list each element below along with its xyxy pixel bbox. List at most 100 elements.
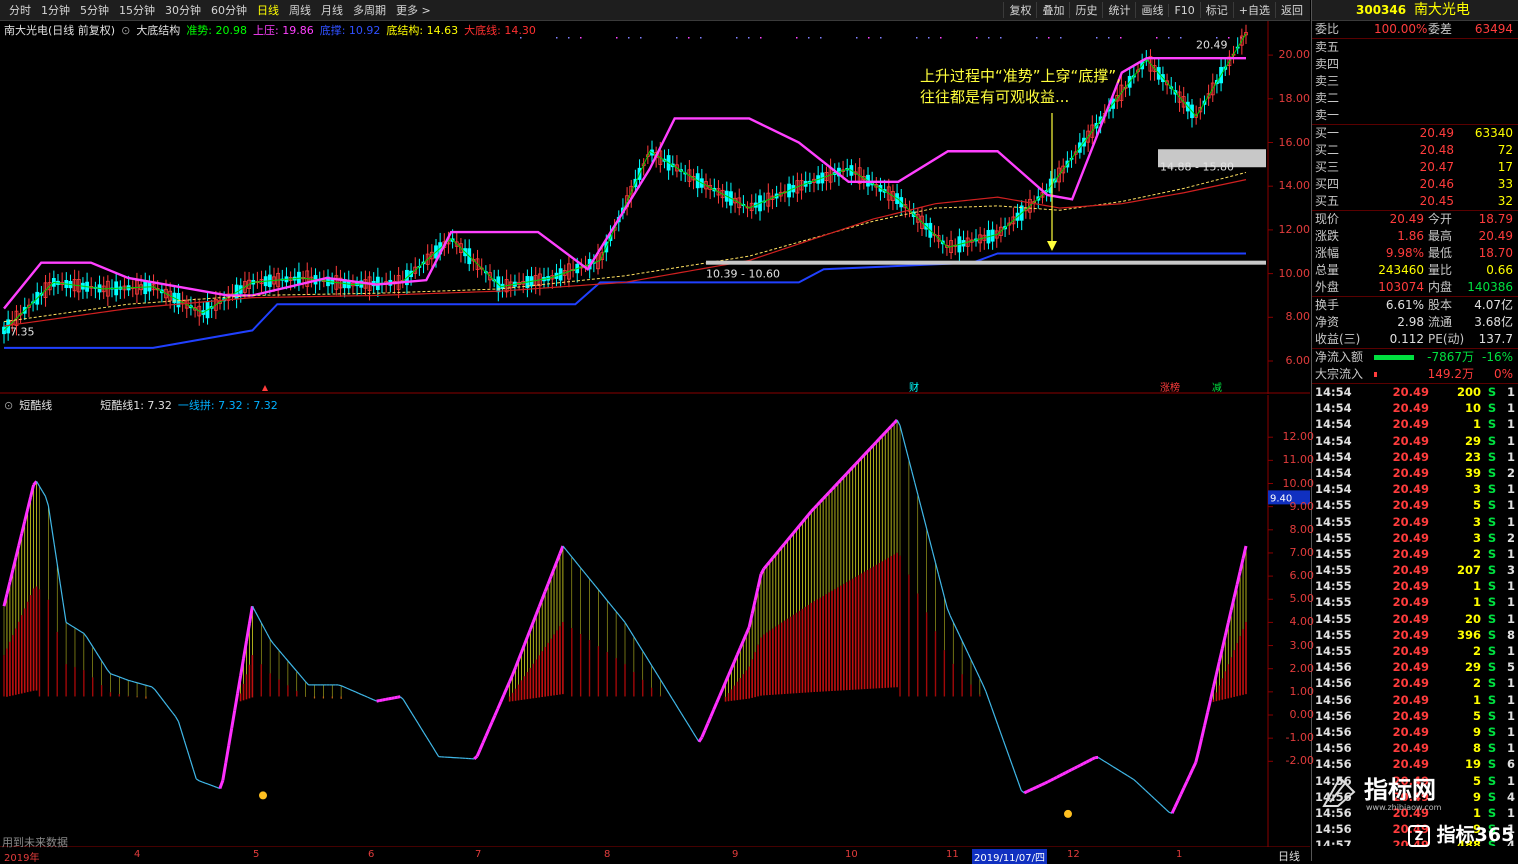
indicator-line-seg (149, 686, 152, 687)
indicator-line-seg (1231, 597, 1234, 610)
timeframe-tab-7[interactable]: 周线 (284, 2, 316, 18)
collapse-icon[interactable]: ⊙ (121, 24, 130, 37)
indicator-line-seg (347, 688, 350, 689)
event-tag-1[interactable]: 涨榜 (1160, 381, 1180, 394)
indicator-line-seg (770, 558, 773, 562)
signal-dot (940, 37, 942, 39)
indicator-legend-name[interactable]: 短酷线 (19, 397, 52, 413)
candle (252, 274, 255, 294)
candle (721, 184, 724, 207)
toolbar-button-0[interactable]: 复权 (1003, 2, 1036, 18)
event-tag-0[interactable]: 财 (909, 381, 919, 394)
indicator-line-seg (16, 546, 19, 558)
indicator-line-seg (1134, 779, 1137, 782)
toolbar-button-7[interactable]: +自选 (1233, 2, 1275, 18)
toolbar-button-1[interactable]: 叠加 (1036, 2, 1069, 18)
candle (709, 178, 712, 199)
timeframe-tab-10[interactable]: 更多 > (391, 2, 436, 18)
indicator-name[interactable]: 大底结构 (136, 22, 180, 38)
indicator-line-seg (870, 445, 873, 448)
future-data-note: 用到未来数据 (2, 834, 68, 850)
indicator-line-seg (264, 628, 267, 634)
candle (680, 163, 683, 181)
indicator-line-seg (102, 661, 105, 666)
toolbar-button-4[interactable]: 画线 (1135, 2, 1168, 18)
annotation-line-1: 上升过程中“准势”上穿“底撑”, (920, 66, 1121, 87)
indicator-line-seg (10, 570, 13, 582)
indicator-line-seg (1181, 788, 1184, 794)
candle (36, 283, 39, 311)
indicator-line-seg (817, 502, 820, 505)
candle (538, 268, 541, 296)
indicator-line-seg (1012, 766, 1015, 774)
indicator-line-seg (992, 708, 995, 716)
indicator-line-seg (539, 599, 542, 607)
tick-row: 14:5620.499S1 (1312, 724, 1518, 740)
signal-dot (580, 37, 582, 39)
candle (759, 189, 762, 220)
indicator-line-seg (711, 710, 714, 717)
toolbar-button-3[interactable]: 统计 (1102, 2, 1135, 18)
indicator-line-seg (607, 601, 610, 605)
candle (597, 244, 600, 275)
candle (700, 169, 703, 193)
timeframe-tab-5[interactable]: 60分钟 (206, 2, 252, 18)
indicator-line-seg (613, 608, 616, 612)
indicator-line-seg (1027, 790, 1030, 791)
indicator-line-seg (498, 702, 501, 709)
timeframe-tab-6[interactable]: 日线 (252, 2, 284, 18)
indicator-line-seg (785, 540, 788, 544)
timeframe-tab-9[interactable]: 多周期 (348, 2, 391, 18)
timeframe-tab-0[interactable]: 分时 (4, 2, 36, 18)
indicator-line-seg (758, 574, 761, 587)
toolbar-button-2[interactable]: 历史 (1069, 2, 1102, 18)
indicator-line-seg (1202, 725, 1205, 738)
toolbar-button-6[interactable]: 标记 (1200, 2, 1233, 18)
timeframe-tab-3[interactable]: 15分钟 (114, 2, 160, 18)
collapse-icon[interactable]: ⊙ (4, 399, 13, 412)
indicator-line-seg (1225, 623, 1228, 636)
toolbar-button-8[interactable]: 返回 (1275, 2, 1308, 18)
timeframe-tab-1[interactable]: 1分钟 (36, 2, 75, 18)
timeframe-tab-8[interactable]: 月线 (316, 2, 348, 18)
timeframe-tab-4[interactable]: 30分钟 (160, 2, 206, 18)
indicator-line-seg (294, 668, 297, 671)
annotation-line-2: 往往都是有可观收益... (920, 87, 1121, 108)
candle (414, 257, 417, 279)
candle (975, 229, 978, 246)
candle (817, 166, 820, 190)
event-tag-2[interactable]: 减 (1212, 382, 1222, 394)
indicator-chart[interactable]: 9.40 (0, 395, 1310, 847)
toolbar-button-5[interactable]: F10 (1168, 4, 1199, 17)
indicator-line-seg (1184, 782, 1187, 788)
timeframe-tab-2[interactable]: 5分钟 (75, 2, 114, 18)
indicator-line-seg (424, 733, 427, 738)
candle (297, 263, 300, 291)
price-axis-label: 12.00 (1270, 223, 1310, 236)
indicator-line-seg (681, 713, 684, 718)
indicator-line-seg (400, 697, 403, 700)
indicator-line-seg (380, 700, 383, 701)
signal-dot (796, 37, 798, 39)
indicator-line-seg (584, 571, 587, 575)
main-legend: 南大光电(日线 前复权) ⊙ 大底结构 准势: 20.98上压: 19.86底撑… (4, 22, 542, 38)
indicator-line-seg (998, 724, 1001, 732)
indicator-line-seg (1193, 763, 1196, 769)
candle (983, 228, 986, 250)
indicator-line-seg (1113, 767, 1116, 769)
indicator-line-seg (1110, 765, 1113, 767)
indicator-line-seg (619, 615, 622, 619)
indicator-line-seg (1228, 610, 1231, 623)
candle (102, 277, 105, 299)
indicator-line-seg (507, 681, 510, 688)
indicator-line-seg (1243, 546, 1246, 559)
signal-dot (1108, 37, 1110, 39)
candle (862, 169, 865, 189)
indicator-line-seg (1063, 773, 1066, 775)
indicator-line-seg (936, 563, 939, 574)
indicator-line-seg (37, 481, 40, 486)
period-tab-day[interactable]: 日线 (1278, 848, 1300, 864)
indicator-line-seg (649, 661, 652, 666)
indicator-line-seg (516, 660, 519, 668)
indicator-line-seg (1222, 636, 1225, 649)
